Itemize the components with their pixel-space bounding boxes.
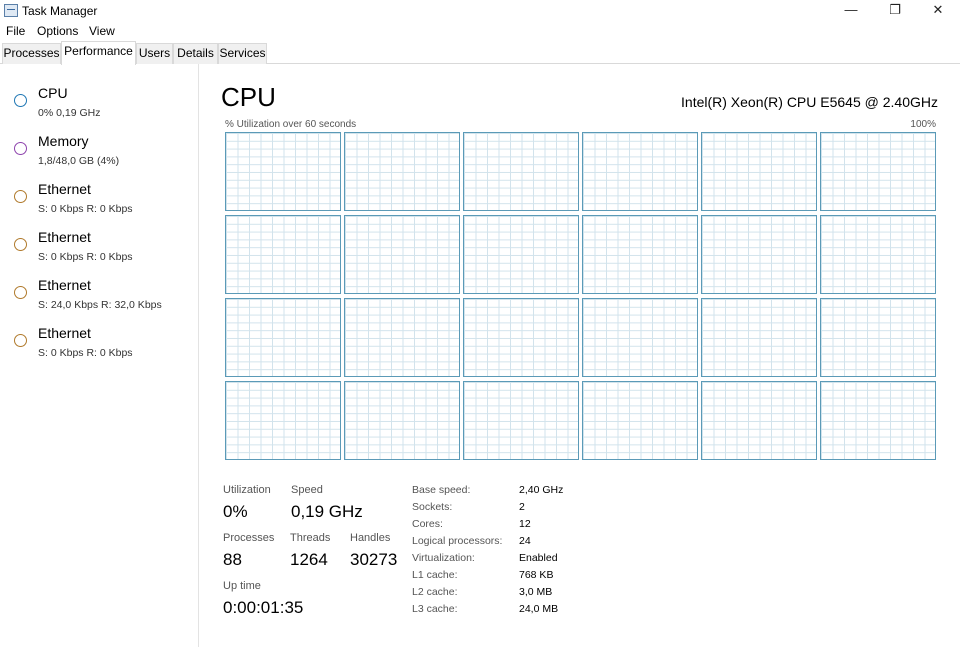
sidebar-item-memory[interactable]: Memory 1,8/48,0 GB (4%) [4,123,195,171]
sidebar-item-label: Memory [38,133,89,149]
cpu-indicator-icon [14,94,27,107]
logical-processor-graph [582,298,698,377]
spec-value: 768 KB [519,569,554,581]
spec-label: Cores: [412,518,443,530]
processes-value: 88 [223,550,242,569]
title-bar: Task Manager — ❐ ✕ [0,0,960,22]
task-manager-icon [4,4,18,17]
sidebar-item-label: Ethernet [38,277,91,293]
cpu-model-name: Intel(R) Xeon(R) CPU E5645 @ 2.40GHz [681,94,938,110]
sidebar-item-label: Ethernet [38,325,91,341]
logical-processor-graph [820,132,936,211]
logical-processor-graph [820,215,936,294]
minimize-button[interactable]: — [829,0,873,22]
spec-label: Sockets: [412,501,453,513]
spec-label: L2 cache: [412,586,458,598]
close-button[interactable]: ✕ [916,0,960,22]
sidebar-item-label: Ethernet [38,229,91,245]
logical-processor-graph [225,298,341,377]
spec-label: L1 cache: [412,569,458,581]
logical-processor-graphs[interactable] [225,132,936,460]
sidebar-item-detail: S: 0 Kbps R: 0 Kbps [38,347,133,359]
sidebar-item-detail: S: 0 Kbps R: 0 Kbps [38,251,133,263]
speed-value: 0,19 GHz [291,502,363,521]
logical-processor-graph [225,132,341,211]
spec-label: Virtualization: [412,552,475,564]
logical-processor-graph [344,298,460,377]
spec-label: Logical processors: [412,535,503,547]
sidebar-item-ethernet[interactable]: Ethernet S: 0 Kbps R: 0 Kbps [4,315,195,363]
logical-processor-graph [701,298,817,377]
logical-processor-graph [225,381,341,460]
ethernet-indicator-icon [14,190,27,203]
sidebar-item-detail: 1,8/48,0 GB (4%) [38,155,120,167]
logical-processor-graph [463,381,579,460]
sidebar-item-detail: 0% 0,19 GHz [38,107,101,119]
speed-label: Speed [291,484,323,496]
spec-value: Enabled [519,552,558,564]
threads-label: Threads [290,532,331,544]
logical-processor-graph [701,381,817,460]
logical-processor-graph [701,132,817,211]
tab-users[interactable]: Users [136,43,173,64]
threads-value: 1264 [290,550,328,569]
utilization-label: Utilization [223,484,271,496]
processes-label: Processes [223,532,275,544]
ethernet-indicator-icon [14,334,27,347]
logical-processor-graph [463,298,579,377]
sidebar-item-ethernet[interactable]: Ethernet S: 0 Kbps R: 0 Kbps [4,219,195,267]
sidebar-item-detail: S: 0 Kbps R: 0 Kbps [38,203,133,215]
logical-processor-graph [225,215,341,294]
logical-processor-graph [463,132,579,211]
spec-label: Base speed: [412,484,471,496]
handles-value: 30273 [350,550,398,569]
logical-processor-graph [582,381,698,460]
sidebar-item-ethernet[interactable]: Ethernet S: 24,0 Kbps R: 32,0 Kbps [4,267,195,315]
spec-value: 12 [519,518,531,530]
logical-processor-graph [344,132,460,211]
ethernet-indicator-icon [14,238,27,251]
logical-processor-graph [344,215,460,294]
sidebar-item-cpu[interactable]: CPU 0% 0,19 GHz [4,75,195,123]
sidebar-item-label: CPU [38,85,68,101]
logical-processor-graph [820,298,936,377]
tab-bar: Processes Performance Users Details Serv… [0,41,960,65]
logical-processor-graph [463,215,579,294]
sidebar-item-detail: S: 24,0 Kbps R: 32,0 Kbps [38,299,162,311]
tab-services[interactable]: Services [218,43,267,64]
tab-details[interactable]: Details [173,43,218,64]
page-title: CPU [221,82,276,112]
maximize-button[interactable]: ❐ [873,0,917,22]
spec-value: 24 [519,535,531,547]
window-title: Task Manager [22,4,98,18]
sidebar-item-ethernet[interactable]: Ethernet S: 0 Kbps R: 0 Kbps [4,171,195,219]
menu-file[interactable]: File [6,24,25,38]
sidebar-item-label: Ethernet [38,181,91,197]
spec-label: L3 cache: [412,603,458,615]
menu-view[interactable]: View [89,24,115,38]
logical-processor-graph [582,215,698,294]
logical-processor-graph [582,132,698,211]
graph-caption: % Utilization over 60 seconds [225,119,357,130]
spec-value: 2,40 GHz [519,484,564,496]
performance-sidebar: CPU 0% 0,19 GHz Memory 1,8/48,0 GB (4%) … [0,64,199,647]
uptime-value: 0:00:01:35 [223,598,304,617]
graph-max-label: 100% [910,119,936,130]
spec-value: 3,0 MB [519,586,553,598]
logical-processor-graph [820,381,936,460]
menu-options[interactable]: Options [37,24,78,38]
utilization-value: 0% [223,502,248,521]
tab-processes[interactable]: Processes [2,43,61,64]
logical-processor-graph [701,215,817,294]
uptime-label: Up time [223,580,261,592]
memory-indicator-icon [14,142,27,155]
tab-performance[interactable]: Performance [61,41,136,65]
spec-value: 2 [519,501,525,513]
spec-value: 24,0 MB [519,603,559,615]
ethernet-indicator-icon [14,286,27,299]
logical-processor-graph [344,381,460,460]
handles-label: Handles [350,532,391,544]
